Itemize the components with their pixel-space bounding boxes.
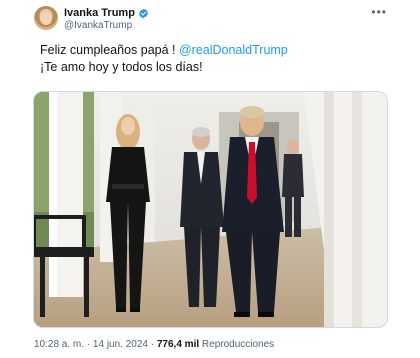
tweet-line-1-text: Feliz cumpleaños papá ! — [40, 43, 179, 57]
tweet-line-2: ¡Te amo hoy y todos los días! — [40, 60, 203, 74]
photo-illustration — [34, 92, 387, 327]
views-count[interactable]: 776,4 mil — [157, 339, 199, 350]
tweet-time[interactable]: 10:28 a. m. — [34, 339, 84, 350]
author-name-line: Ivanka Trump — [64, 7, 149, 19]
meta-separator: · — [147, 339, 157, 350]
tweet-meta: 10:28 a. m. · 14 jun. 2024 · 776,4 mil R… — [34, 339, 274, 350]
tweet-date[interactable]: 14 jun. 2024 — [93, 339, 148, 350]
tweet-line-1: Feliz cumpleaños papá ! @realDonaldTrump — [40, 42, 288, 59]
author-display-name[interactable]: Ivanka Trump — [64, 7, 135, 19]
author-handle[interactable]: @IvankaTrump — [64, 20, 132, 31]
meta-separator: · — [84, 339, 93, 350]
tweet-text: Feliz cumpleaños papá ! @realDonaldTrump… — [40, 42, 288, 76]
mention-link[interactable]: @realDonaldTrump — [179, 43, 288, 57]
verified-badge-icon — [139, 8, 148, 18]
tweet-photo[interactable] — [33, 91, 388, 328]
views-label: Reproducciones — [199, 339, 275, 350]
more-options-icon[interactable]: ••• — [371, 6, 387, 18]
tweet-card: Ivanka Trump @IvankaTrump ••• Feliz cump… — [0, 0, 420, 358]
author-avatar[interactable] — [34, 6, 58, 30]
